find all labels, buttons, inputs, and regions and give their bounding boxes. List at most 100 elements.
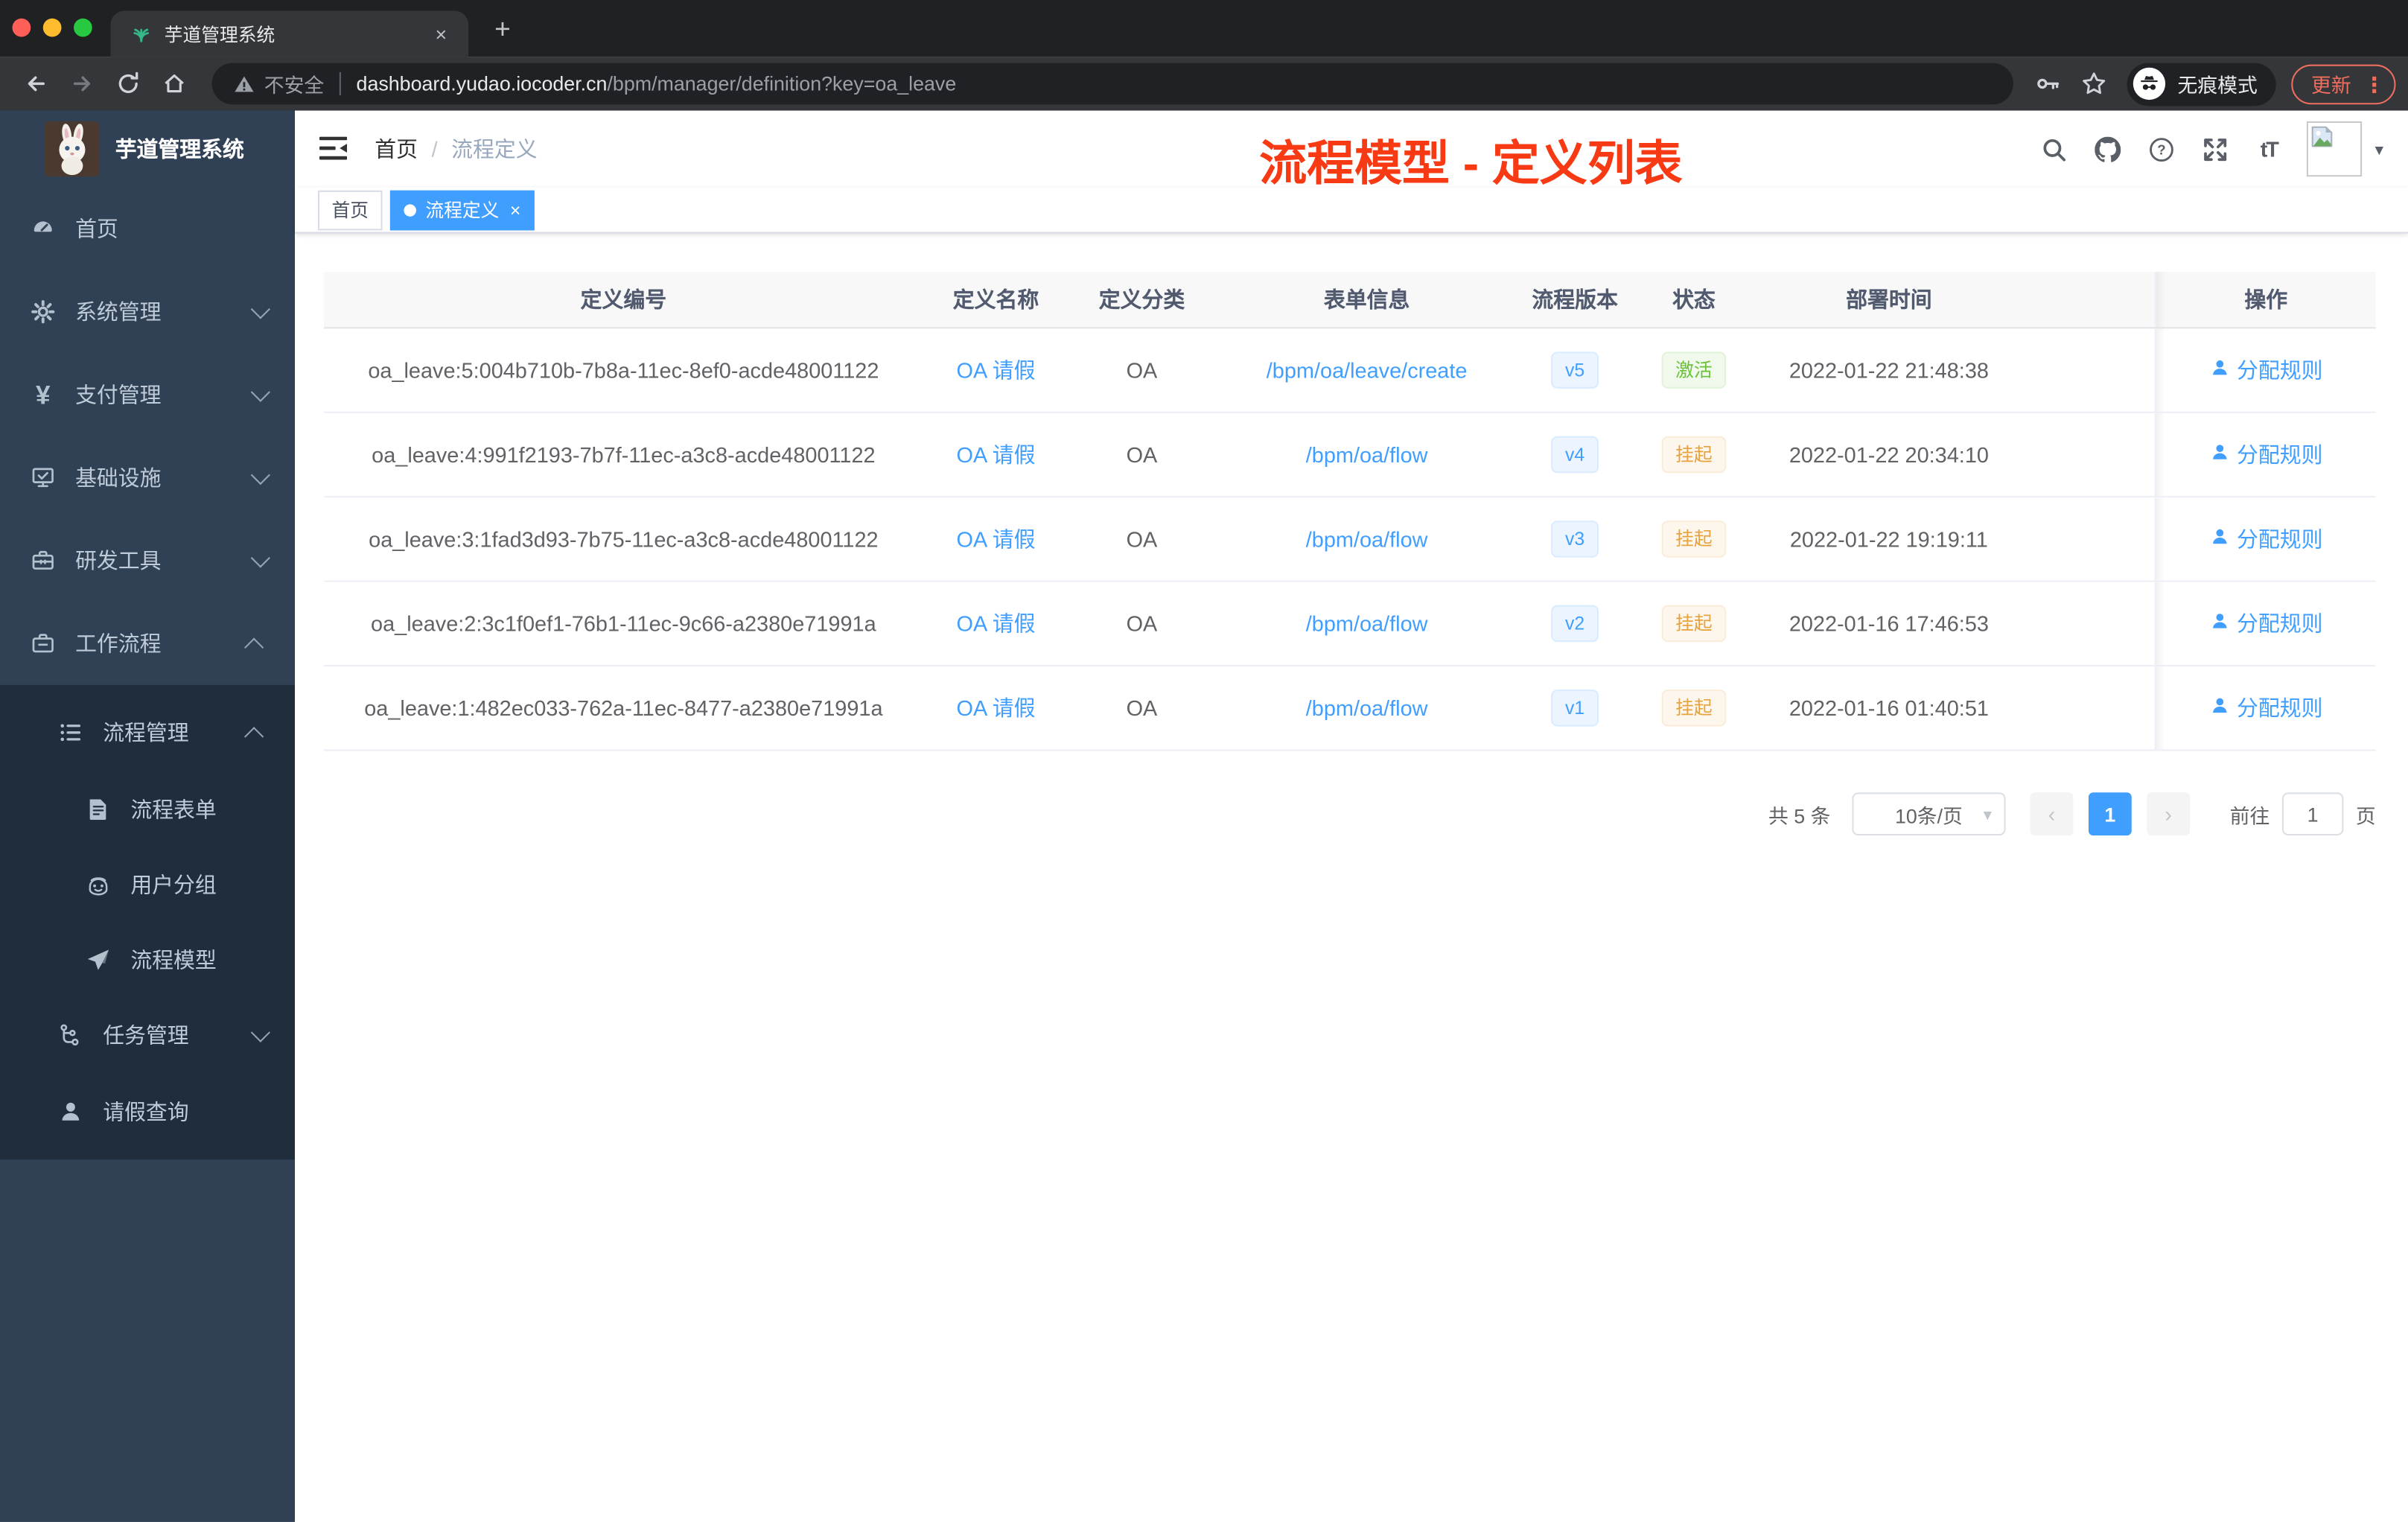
app-title: 芋道管理系统 bbox=[115, 136, 244, 162]
browser-tab-strip: 芋道管理系统 × + bbox=[0, 0, 2408, 57]
sidebar-logo[interactable]: 芋道管理系统 bbox=[0, 111, 295, 188]
definition-name-link[interactable]: OA 请假 bbox=[957, 354, 1036, 385]
page-size-select[interactable]: 10条/页 ▾ bbox=[1852, 792, 2006, 835]
browser-tab[interactable]: 芋道管理系统 × bbox=[110, 10, 469, 57]
search-icon[interactable] bbox=[2037, 132, 2071, 165]
sidebar-item-payment-management[interactable]: ¥ 支付管理 bbox=[0, 353, 295, 436]
tag-close-icon[interactable]: × bbox=[510, 200, 520, 219]
goto-page-input[interactable] bbox=[2281, 792, 2344, 835]
incognito-icon bbox=[2133, 67, 2166, 101]
bookmark-star-icon[interactable] bbox=[2076, 66, 2113, 103]
assign-rule-link[interactable]: 分配规则 bbox=[2209, 692, 2323, 723]
col-definition-category: 定义分类 bbox=[1098, 287, 1185, 312]
github-icon[interactable] bbox=[2091, 132, 2124, 165]
sidebar-item-task-management[interactable]: 任务管理 bbox=[0, 997, 295, 1074]
sidebar-item-label: 首页 bbox=[75, 216, 118, 241]
definition-id: oa_leave:3:1fad3d93-7b75-11ec-a3c8-acde4… bbox=[369, 526, 879, 552]
window-close-button[interactable] bbox=[12, 18, 31, 37]
breadcrumb: 首页 / 流程定义 bbox=[375, 133, 537, 164]
rabbit-logo-image bbox=[44, 121, 101, 177]
back-icon[interactable] bbox=[17, 66, 54, 103]
sidebar-item-process-form[interactable]: 流程表单 bbox=[0, 771, 295, 846]
spacer-cell bbox=[2021, 413, 2154, 496]
version-badge: v3 bbox=[1551, 520, 1599, 558]
spacer-cell bbox=[2021, 328, 2154, 411]
goto-label: 前往 bbox=[2229, 803, 2270, 827]
address-bar[interactable]: 不安全 dashboard.yudao.iocoder.cn /bpm/mana… bbox=[211, 63, 2013, 105]
tags-view-bar: 首页 流程定义 × bbox=[295, 187, 2408, 234]
form-info-link[interactable]: /bpm/oa/flow bbox=[1306, 526, 1428, 551]
col-actions: 操作 bbox=[2154, 272, 2376, 328]
sidebar-item-leave-query[interactable]: 请假查询 bbox=[0, 1074, 295, 1150]
assign-rule-link[interactable]: 分配规则 bbox=[2209, 523, 2323, 554]
status-badge: 激活 bbox=[1661, 351, 1727, 389]
sidebar-item-system-management[interactable]: 系统管理 bbox=[0, 270, 295, 353]
tree-icon bbox=[58, 1023, 83, 1048]
update-label[interactable]: 更新 bbox=[2311, 69, 2351, 98]
home-icon[interactable] bbox=[155, 66, 192, 103]
sidebar-item-label: 研发工具 bbox=[75, 548, 162, 573]
status-badge: 挂起 bbox=[1661, 605, 1727, 643]
sidebar-item-home[interactable]: 首页 bbox=[0, 188, 295, 270]
browser-update-button[interactable]: 更新 ⋮ bbox=[2291, 63, 2396, 104]
definition-table: 定义编号 定义名称 定义分类 表单信息 流程版本 状态 部署时间 操作 oa_l… bbox=[324, 272, 2376, 751]
sidebar-item-user-group[interactable]: 用户分组 bbox=[0, 846, 295, 921]
help-question-icon[interactable]: ? bbox=[2144, 132, 2178, 165]
sidebar-item-label: 请假查询 bbox=[103, 1099, 189, 1124]
caret-down-icon[interactable]: ▾ bbox=[2375, 139, 2383, 159]
security-label[interactable]: 不安全 bbox=[264, 69, 324, 98]
tag-label: 流程定义 bbox=[425, 200, 500, 221]
reload-icon[interactable] bbox=[109, 66, 146, 103]
spacer-cell bbox=[2021, 582, 2154, 665]
sidebar-item-infrastructure[interactable]: 基础设施 bbox=[0, 436, 295, 519]
sidebar-item-label: 系统管理 bbox=[75, 299, 162, 325]
definition-name-link[interactable]: OA 请假 bbox=[957, 692, 1036, 723]
assign-rule-link[interactable]: 分配规则 bbox=[2209, 439, 2323, 470]
form-info-link[interactable]: /bpm/oa/flow bbox=[1306, 442, 1428, 467]
spacer-cell bbox=[2021, 666, 2154, 749]
form-info-link[interactable]: /bpm/oa/leave/create bbox=[1267, 358, 1468, 383]
assign-rule-link[interactable]: 分配规则 bbox=[2209, 608, 2323, 639]
list-icon bbox=[58, 720, 83, 745]
assign-rule-link[interactable]: 分配规则 bbox=[2209, 354, 2323, 385]
version-badge: v2 bbox=[1551, 605, 1599, 643]
deploy-time: 2022-01-16 01:40:51 bbox=[1789, 695, 1989, 721]
forward-icon[interactable] bbox=[63, 66, 101, 103]
page-unit-label: 页 bbox=[2355, 803, 2376, 827]
monitor-icon bbox=[31, 465, 55, 490]
window-minimize-button[interactable] bbox=[42, 18, 62, 37]
status-badge: 挂起 bbox=[1661, 520, 1727, 558]
table-row: oa_leave:4:991f2193-7b7f-11ec-a3c8-acde4… bbox=[324, 413, 2376, 498]
tag-process-definition[interactable]: 流程定义 × bbox=[389, 189, 535, 230]
sidebar-item-process-management[interactable]: 流程管理 bbox=[0, 694, 295, 771]
page-1-button[interactable]: 1 bbox=[2088, 792, 2132, 835]
password-key-icon[interactable] bbox=[2030, 66, 2068, 103]
svg-text:?: ? bbox=[2157, 141, 2165, 157]
sidebar-item-workflow[interactable]: 工作流程 bbox=[0, 602, 295, 685]
browser-menu-icon[interactable]: ⋮ bbox=[2363, 73, 2385, 95]
definition-name-link[interactable]: OA 请假 bbox=[957, 523, 1036, 554]
definition-name-link[interactable]: OA 请假 bbox=[957, 439, 1036, 470]
col-definition-id: 定义编号 bbox=[580, 287, 667, 312]
fullscreen-icon[interactable] bbox=[2198, 132, 2232, 165]
font-size-icon[interactable]: tT bbox=[2252, 132, 2286, 165]
broken-image-icon bbox=[2312, 126, 2334, 147]
definition-category: OA bbox=[1126, 526, 1158, 552]
sidebar-item-process-model[interactable]: 流程模型 bbox=[0, 922, 295, 997]
prev-page-button[interactable]: ‹ bbox=[2030, 792, 2074, 835]
tab-close-icon[interactable]: × bbox=[429, 21, 453, 47]
divider bbox=[339, 71, 341, 95]
form-info-link[interactable]: /bpm/oa/flow bbox=[1306, 611, 1428, 636]
form-info-link[interactable]: /bpm/oa/flow bbox=[1306, 695, 1428, 720]
tag-home[interactable]: 首页 bbox=[317, 189, 383, 230]
avatar[interactable] bbox=[2307, 121, 2363, 177]
sidebar-item-label: 流程模型 bbox=[130, 946, 217, 972]
breadcrumb-home[interactable]: 首页 bbox=[375, 133, 418, 164]
new-tab-button[interactable]: + bbox=[485, 13, 520, 46]
version-badge: v4 bbox=[1551, 436, 1599, 474]
window-maximize-button[interactable] bbox=[74, 18, 92, 37]
collapse-sidebar-icon[interactable] bbox=[319, 136, 350, 162]
definition-name-link[interactable]: OA 请假 bbox=[957, 608, 1036, 639]
sidebar-item-dev-tools[interactable]: 研发工具 bbox=[0, 519, 295, 602]
next-page-button[interactable]: › bbox=[2147, 792, 2191, 835]
